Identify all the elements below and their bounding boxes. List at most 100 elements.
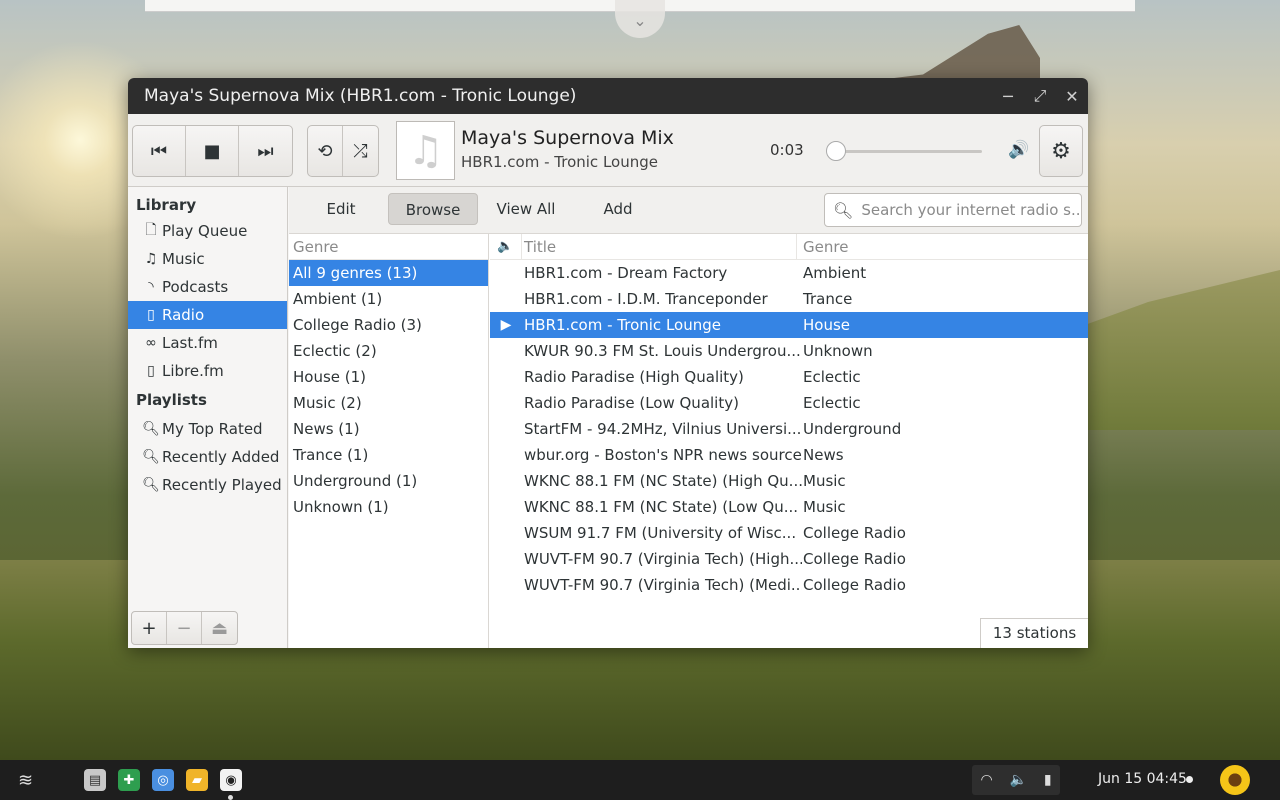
genre-item[interactable]: Unknown (1) — [289, 494, 488, 520]
table-row[interactable]: WUVT-FM 90.7 (Virginia Tech) (High... Co… — [490, 546, 1088, 572]
skip-previous-icon: ⏮ — [150, 140, 168, 162]
genre-column-header[interactable]: Genre — [289, 234, 488, 260]
table-row[interactable]: StartFM - 94.2MHz, Vilnius Universi... U… — [490, 416, 1088, 442]
document-icon: 🗋 — [145, 222, 157, 238]
repeat-button[interactable]: ⟲ — [308, 126, 343, 176]
station-genre: Eclectic — [803, 368, 861, 386]
station-genre: Unknown — [803, 342, 873, 360]
previous-button[interactable]: ⏮ — [133, 126, 186, 176]
appcenter-app-icon[interactable]: ✚ — [118, 769, 140, 791]
sidebar-item-my-top-rated[interactable]: 🔍︎ My Top Rated — [128, 415, 287, 443]
genre-item[interactable]: Music (2) — [289, 390, 488, 416]
table-row[interactable]: HBR1.com - I.D.M. Tranceponder Trance — [490, 286, 1088, 312]
shuffle-icon: ⤮ — [353, 140, 368, 162]
station-status-cell — [490, 520, 522, 546]
search-input[interactable] — [861, 201, 1081, 219]
genre-item[interactable]: Ambient (1) — [289, 286, 488, 312]
station-title: Radio Paradise (Low Quality) — [524, 394, 739, 412]
files-app-icon[interactable]: ▰ — [186, 769, 208, 791]
sidebar-item-librefm[interactable]: ▯ Libre.fm — [128, 357, 287, 385]
table-row[interactable]: HBR1.com - Dream Factory Ambient — [490, 260, 1088, 286]
station-count-badge: 13 stations — [980, 618, 1088, 648]
tab-edit[interactable]: Edit — [311, 193, 371, 225]
browser-app-icon[interactable]: ◎ — [152, 769, 174, 791]
sunflower-avatar[interactable] — [1220, 765, 1250, 795]
table-row[interactable]: WKNC 88.1 FM (NC State) (High Qu... Musi… — [490, 468, 1088, 494]
now-playing-title: Maya's Supernova Mix — [461, 127, 674, 149]
chevron-down-icon[interactable]: ⌄ — [615, 0, 665, 38]
sidebar-item-label: Recently Played — [162, 476, 282, 494]
battery-icon[interactable]: ▮ — [1044, 772, 1052, 788]
lastfm-icon: ∞ — [145, 335, 157, 351]
sidebar-item-podcasts[interactable]: ◝ Podcasts — [128, 273, 287, 301]
launcher-icon[interactable]: ≋ — [18, 770, 33, 791]
sidebar-item-play-queue[interactable]: 🗋 Play Queue — [128, 217, 287, 245]
radio-browser: Edit Browse View All Add 🔍︎ Genre All 9 … — [289, 187, 1088, 648]
system-tray[interactable]: ◠ 🔈 ▮ — [972, 765, 1060, 795]
genre-item[interactable]: Underground (1) — [289, 468, 488, 494]
minimize-icon[interactable]: ─ — [992, 87, 1024, 106]
sidebar-item-label: My Top Rated — [162, 420, 263, 438]
tab-browse[interactable]: Browse — [388, 193, 478, 225]
stop-icon: ■ — [203, 140, 221, 162]
station-genre: News — [803, 446, 844, 464]
add-playlist-button[interactable]: + — [132, 612, 167, 644]
tab-view-all[interactable]: View All — [489, 193, 563, 225]
station-status-cell — [490, 364, 522, 390]
station-status-cell — [490, 546, 522, 572]
titlebar: Maya's Supernova Mix (HBR1.com - Tronic … — [128, 78, 1088, 114]
station-status-cell — [490, 442, 522, 468]
next-button[interactable]: ⏭ — [239, 126, 292, 176]
settings-button[interactable]: ⚙ — [1039, 125, 1083, 177]
sidebar-item-recently-played[interactable]: 🔍︎ Recently Played — [128, 471, 287, 499]
table-row[interactable]: WKNC 88.1 FM (NC State) (Low Qu... Music — [490, 494, 1088, 520]
station-title: WSUM 91.7 FM (University of Wisc... — [524, 524, 797, 542]
installer-app-icon[interactable]: ▤ — [84, 769, 106, 791]
sidebar-item-label: Music — [162, 250, 205, 268]
volume-icon[interactable]: 🔊 — [1008, 140, 1029, 160]
table-row[interactable]: WSUM 91.7 FM (University of Wisc... Coll… — [490, 520, 1088, 546]
music-player-app-icon[interactable]: ◉ — [220, 769, 242, 791]
speaker-icon[interactable]: 🔈 — [490, 234, 522, 259]
clock[interactable]: Jun 15 04:45 — [1098, 771, 1187, 787]
playback-controls: ⏮ ■ ⏭ — [132, 125, 293, 177]
remove-playlist-button[interactable]: − — [167, 612, 202, 644]
sidebar-item-recently-added[interactable]: 🔍︎ Recently Added — [128, 443, 287, 471]
maximize-icon[interactable]: ⤢ — [1024, 86, 1056, 106]
table-row[interactable]: WUVT-FM 90.7 (Virginia Tech) (Medi... Co… — [490, 572, 1088, 598]
sidebar-item-lastfm[interactable]: ∞ Last.fm — [128, 329, 287, 357]
sidebar-item-label: Recently Added — [162, 448, 280, 466]
seek-slider-track[interactable] — [834, 150, 982, 153]
running-indicator — [228, 795, 233, 800]
station-title: KWUR 90.3 FM St. Louis Undergrou... — [524, 342, 801, 360]
stop-button[interactable]: ■ — [186, 126, 239, 176]
seek-slider-handle[interactable] — [826, 141, 846, 161]
genre-item[interactable]: Eclectic (2) — [289, 338, 488, 364]
genre-item[interactable]: All 9 genres (13) — [289, 260, 488, 286]
table-row[interactable]: ▶ HBR1.com - Tronic Lounge House — [490, 312, 1088, 338]
genre-item[interactable]: Trance (1) — [289, 442, 488, 468]
eject-icon: ⏏ — [210, 617, 228, 639]
now-playing-subtitle: HBR1.com - Tronic Lounge — [461, 153, 658, 171]
genre-column-header[interactable]: Genre — [797, 234, 848, 259]
title-column-header[interactable]: Title — [522, 234, 797, 259]
close-icon[interactable]: ✕ — [1056, 87, 1088, 106]
app-window: Maya's Supernova Mix (HBR1.com - Tronic … — [128, 78, 1088, 648]
search-field[interactable]: 🔍︎ — [824, 193, 1082, 227]
table-row[interactable]: Radio Paradise (Low Quality) Eclectic — [490, 390, 1088, 416]
wifi-icon[interactable]: ◠ — [980, 772, 992, 788]
shuffle-button[interactable]: ⤮ — [343, 126, 378, 176]
sidebar-item-music[interactable]: ♫ Music — [128, 245, 287, 273]
genre-item[interactable]: News (1) — [289, 416, 488, 442]
genre-item[interactable]: House (1) — [289, 364, 488, 390]
table-row[interactable]: Radio Paradise (High Quality) Eclectic — [490, 364, 1088, 390]
sidebar-item-radio[interactable]: ▯ Radio — [128, 301, 287, 329]
volume-icon[interactable]: 🔈 — [1010, 772, 1027, 788]
table-row[interactable]: KWUR 90.3 FM St. Louis Undergrou... Unkn… — [490, 338, 1088, 364]
table-row[interactable]: wbur.org - Boston's NPR news source News — [490, 442, 1088, 468]
genre-item[interactable]: College Radio (3) — [289, 312, 488, 338]
eject-button[interactable]: ⏏ — [202, 612, 237, 644]
tab-add[interactable]: Add — [579, 193, 657, 225]
station-title: HBR1.com - Dream Factory — [524, 264, 728, 282]
rss-icon: ◝ — [148, 279, 154, 295]
